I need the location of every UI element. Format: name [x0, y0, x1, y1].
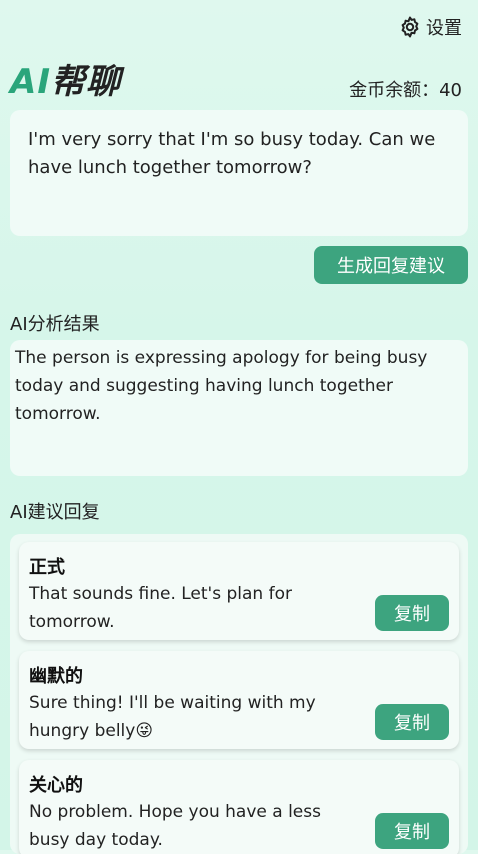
suggestion-text: That sounds fine. Let's plan for tomorro…: [29, 584, 292, 632]
analysis-card: The person is expressing apology for bei…: [10, 340, 468, 476]
suggestion-card-caring: 关心的 No problem. Hope you have a less bus…: [19, 760, 459, 854]
settings-label: 设置: [426, 18, 462, 39]
message-input[interactable]: I'm very sorry that I'm so busy today. C…: [10, 110, 468, 236]
suggestion-text: Sure thing! I'll be waiting with my hung…: [29, 693, 316, 741]
settings-button[interactable]: 设置: [398, 14, 462, 40]
app-logo: AI帮聊: [10, 54, 121, 103]
analysis-text: The person is expressing apology for bei…: [15, 348, 428, 424]
logo-ai: AI: [10, 62, 51, 102]
copy-button[interactable]: 复制: [375, 595, 449, 631]
suggestions-title: AI建议回复: [10, 502, 100, 523]
generate-reply-button[interactable]: 生成回复建议: [314, 246, 468, 284]
suggestions-list: 正式 That sounds fine. Let's plan for tomo…: [10, 534, 468, 854]
logo-name: 帮聊: [50, 62, 121, 102]
copy-button[interactable]: 复制: [375, 704, 449, 740]
analysis-title: AI分析结果: [10, 314, 100, 335]
suggestion-card-formal: 正式 That sounds fine. Let's plan for tomo…: [19, 542, 459, 640]
copy-button[interactable]: 复制: [375, 813, 449, 849]
suggestion-text: No problem. Hope you have a less busy da…: [29, 802, 321, 850]
suggestion-tone: 关心的: [29, 775, 83, 796]
suggestion-tone: 幽默的: [29, 666, 83, 687]
suggestion-tone: 正式: [29, 557, 65, 578]
gear-icon: [398, 15, 422, 39]
suggestion-card-humorous: 幽默的 Sure thing! I'll be waiting with my …: [19, 651, 459, 749]
coin-balance: 金币余额：40: [349, 80, 462, 101]
message-text: I'm very sorry that I'm so busy today. C…: [28, 129, 436, 178]
